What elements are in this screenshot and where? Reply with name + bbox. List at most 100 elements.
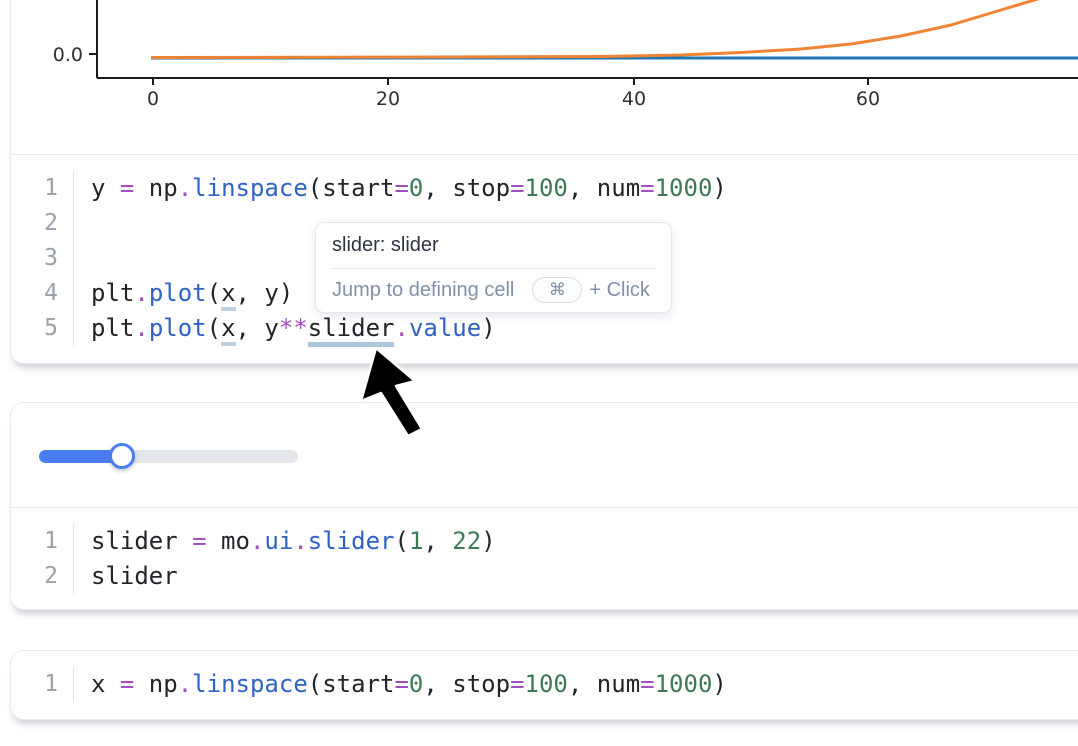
code-lines[interactable]: slider = mo.ui.slider(1, 22)slider — [74, 524, 496, 594]
code-token: , y — [236, 314, 279, 342]
code-token: , num — [568, 174, 640, 202]
line-number-gutter: 1 — [11, 667, 74, 702]
code-token: plt — [91, 279, 134, 307]
code-token: = — [510, 174, 524, 202]
x-tick-label: 20 — [376, 88, 400, 110]
code-token: (start — [308, 174, 395, 202]
code-editor-x[interactable]: 1x = np.linspace(start=0, stop=100, num=… — [11, 651, 1078, 717]
x-tick-label: 40 — [622, 88, 646, 110]
x-tick-label: 0 — [147, 88, 159, 110]
code-token: slider — [308, 527, 395, 555]
code-token: ** — [279, 314, 308, 342]
code-token: 1000 — [655, 174, 713, 202]
code-token: ) — [481, 527, 495, 555]
code-token: = — [120, 670, 134, 698]
code-token: = — [640, 670, 654, 698]
line-number: 2 — [11, 206, 58, 241]
code-token: np — [134, 174, 177, 202]
slider-track[interactable] — [39, 450, 298, 463]
code-token: 0 — [409, 174, 423, 202]
slider-thumb[interactable] — [109, 443, 135, 469]
code-token: . — [134, 314, 148, 342]
code-lines[interactable]: x = np.linspace(start=0, stop=100, num=1… — [74, 667, 727, 702]
slider-output — [11, 403, 1078, 508]
code-token: (start — [308, 670, 395, 698]
code-token: . — [134, 279, 148, 307]
command-key-icon: ⌘ — [549, 277, 566, 303]
plot-output: 0.0 0 20 40 60 — [11, 0, 1078, 155]
code-token: , stop — [423, 670, 510, 698]
line-number: 4 — [11, 276, 58, 311]
code-token: , — [423, 527, 452, 555]
code-token: = — [120, 174, 134, 202]
code-token: slider — [91, 562, 178, 590]
code-token: = — [192, 527, 206, 555]
line-number-gutter: 12345 — [11, 171, 74, 346]
line-number: 3 — [11, 241, 58, 276]
linked-variable-token[interactable]: x — [221, 314, 235, 346]
code-line[interactable]: x = np.linspace(start=0, stop=100, num=1… — [91, 667, 727, 702]
code-token: 22 — [452, 527, 481, 555]
code-line[interactable]: plt.plot(x, y**slider.value) — [91, 311, 727, 346]
code-token: 0 — [409, 670, 423, 698]
code-token: plot — [149, 279, 207, 307]
code-token: 100 — [525, 670, 568, 698]
tooltip-click-suffix: + Click — [589, 277, 650, 303]
code-token: . — [293, 527, 307, 555]
code-editor-slider[interactable]: 12slider = mo.ui.slider(1, 22)slider — [11, 508, 1078, 609]
tooltip-title: slider: slider — [316, 223, 671, 268]
line-number: 5 — [11, 311, 58, 346]
code-token: ) — [481, 314, 495, 342]
cell-x: 1x = np.linspace(start=0, stop=100, num=… — [10, 650, 1078, 720]
linked-variable-token[interactable]: x — [221, 279, 235, 311]
series-orange-line — [151, 0, 1078, 58]
code-token: , stop — [423, 174, 510, 202]
line-number: 1 — [11, 171, 58, 206]
code-token: ) — [712, 670, 726, 698]
cell-slider: 12slider = mo.ui.slider(1, 22)slider — [10, 402, 1078, 610]
code-token: . — [178, 670, 192, 698]
code-token: x — [91, 670, 120, 698]
code-token: plot — [149, 314, 207, 342]
y-tick-label: 0.0 — [53, 44, 83, 66]
code-line[interactable]: slider = mo.ui.slider(1, 22) — [91, 524, 496, 559]
code-token: linspace — [192, 670, 308, 698]
code-token: ( — [207, 279, 221, 307]
command-key-badge: ⌘ — [532, 277, 582, 303]
code-token: , y) — [236, 279, 294, 307]
code-token: plt — [91, 314, 134, 342]
code-token: ( — [394, 527, 408, 555]
code-token: = — [394, 670, 408, 698]
code-token: , num — [568, 670, 640, 698]
line-number: 1 — [11, 667, 58, 702]
code-line[interactable]: slider — [91, 559, 496, 594]
code-token: 100 — [525, 174, 568, 202]
line-chart: 0.0 0 20 40 60 — [11, 0, 1078, 154]
code-token: . — [250, 527, 264, 555]
variable-tooltip: slider: slider Jump to defining cell ⌘ +… — [315, 222, 672, 313]
code-token: linspace — [192, 174, 308, 202]
code-token: value — [409, 314, 481, 342]
tooltip-action-label: Jump to defining cell — [332, 277, 514, 303]
line-number: 1 — [11, 524, 58, 559]
code-token: = — [510, 670, 524, 698]
line-number: 2 — [11, 559, 58, 594]
code-token: = — [394, 174, 408, 202]
line-number-gutter: 12 — [11, 524, 74, 594]
code-token: = — [640, 174, 654, 202]
code-token: np — [134, 670, 177, 698]
tooltip-action-row: Jump to defining cell ⌘ + Click — [316, 269, 671, 312]
notebook-page: 0.00204060 12345y = np.linspace(start=0,… — [0, 0, 1078, 746]
code-token: slider — [91, 527, 192, 555]
code-token: ui — [264, 527, 293, 555]
code-token: . — [178, 174, 192, 202]
code-token: . — [394, 314, 408, 342]
code-token: 1 — [409, 527, 423, 555]
x-tick-label: 60 — [856, 88, 880, 110]
code-token: mo — [207, 527, 250, 555]
linked-variable-token[interactable]: slider — [308, 314, 395, 347]
code-token: y — [91, 174, 120, 202]
code-token: 1000 — [655, 670, 713, 698]
code-token: ) — [712, 174, 726, 202]
code-line[interactable]: y = np.linspace(start=0, stop=100, num=1… — [91, 171, 727, 206]
